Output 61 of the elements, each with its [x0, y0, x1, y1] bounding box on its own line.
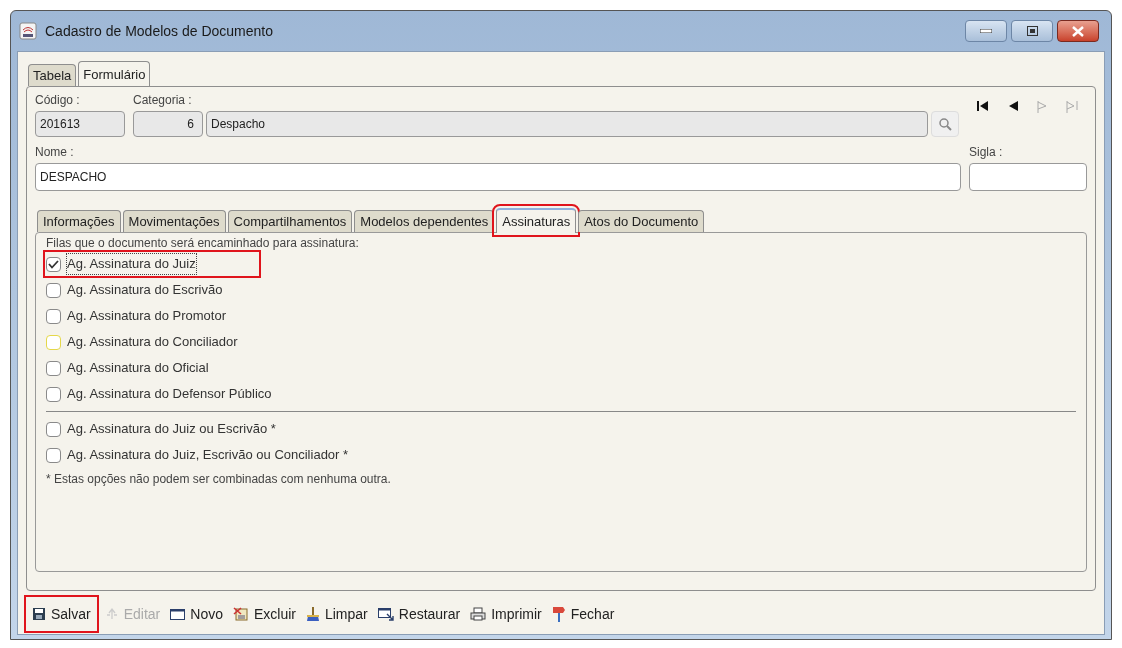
checkbox-label: Ag. Assinatura do Juiz	[67, 254, 196, 274]
field-label: Categoria :	[133, 92, 193, 109]
check-icon	[48, 259, 59, 269]
toolbar-button[interactable]: Excluir	[230, 600, 298, 628]
search-button[interactable]	[931, 111, 959, 137]
minimize-button[interactable]	[965, 20, 1007, 42]
maximize-icon	[1026, 26, 1038, 36]
toolbar-button[interactable]: Restaurar	[375, 600, 463, 628]
toolbar-button[interactable]: Imprimir	[468, 600, 544, 628]
tab[interactable]: Movimentações	[122, 210, 226, 232]
checkbox[interactable]	[46, 282, 61, 298]
app-icon	[19, 22, 37, 40]
tab[interactable]: Compartilhamentos	[227, 210, 353, 232]
checkbox[interactable]	[46, 360, 61, 376]
close-icon	[1072, 25, 1084, 37]
toolbar-button[interactable]: Limpar	[303, 600, 370, 628]
checkbox[interactable]	[46, 308, 61, 324]
window-icon	[170, 608, 186, 620]
toolbar-button[interactable]: Salvar	[26, 597, 97, 631]
first-record-icon[interactable]	[976, 101, 989, 111]
close-button[interactable]	[1057, 20, 1099, 42]
footnote: * Estas opções não podem ser combinadas com nenhuma outra.	[46, 471, 392, 488]
checkbox-label: Ag. Assinatura do Juiz ou Escrivão *	[67, 420, 276, 439]
next-record-icon[interactable]	[1036, 101, 1047, 113]
acronym-field[interactable]	[969, 163, 1087, 191]
name-field[interactable]: DESPACHO	[35, 163, 961, 191]
minimize-icon	[980, 29, 992, 33]
flag-icon	[551, 606, 566, 622]
code-field[interactable]: 201613	[35, 111, 125, 137]
checkbox-label: Ag. Assinatura do Conciliador	[67, 333, 238, 352]
checkbox[interactable]	[46, 386, 61, 402]
field-label: Código :	[35, 92, 81, 109]
category-code-field[interactable]: 6	[133, 111, 203, 137]
checkbox[interactable]	[46, 447, 61, 463]
previous-record-icon[interactable]	[1007, 101, 1018, 111]
checkbox-label: Ag. Assinatura do Escrivão	[67, 281, 223, 300]
section-heading: Filas que o documento será encaminhado para assinatura:	[46, 235, 360, 251]
checkbox-label: Ag. Assinatura do Juiz, Escrivão ou Conciliador *	[67, 446, 349, 465]
pointer-icon	[104, 607, 119, 621]
tab[interactable]: Modelos dependentes	[354, 210, 495, 232]
tab[interactable]: Informações	[37, 210, 121, 232]
checkbox-label: Ag. Assinatura do Promotor	[67, 307, 226, 326]
search-icon	[938, 117, 952, 131]
toolbar-button[interactable]: Novo	[168, 600, 225, 628]
toolbar-button[interactable]: Fechar	[549, 600, 617, 628]
last-record-icon[interactable]	[1065, 101, 1078, 113]
checkbox-label: Ag. Assinatura do Defensor Público	[67, 385, 272, 404]
field-label: Sigla :	[969, 144, 1004, 161]
printer-icon	[470, 607, 487, 621]
checkbox[interactable]	[46, 256, 61, 272]
checkbox[interactable]	[46, 421, 61, 437]
window-title: Cadastro de Modelos de Documento	[45, 21, 274, 41]
maximize-button[interactable]	[1011, 20, 1053, 42]
tab[interactable]: Formulário	[78, 61, 151, 87]
tab[interactable]: Atos do Documento	[578, 210, 705, 232]
broom-icon	[305, 606, 320, 622]
checkbox-label: Ag. Assinatura do Oficial	[67, 359, 209, 378]
delete-document-icon	[232, 607, 249, 621]
tab[interactable]: Tabela	[28, 64, 77, 86]
category-field[interactable]: Despacho	[206, 111, 928, 137]
field-label: Nome :	[35, 144, 75, 161]
